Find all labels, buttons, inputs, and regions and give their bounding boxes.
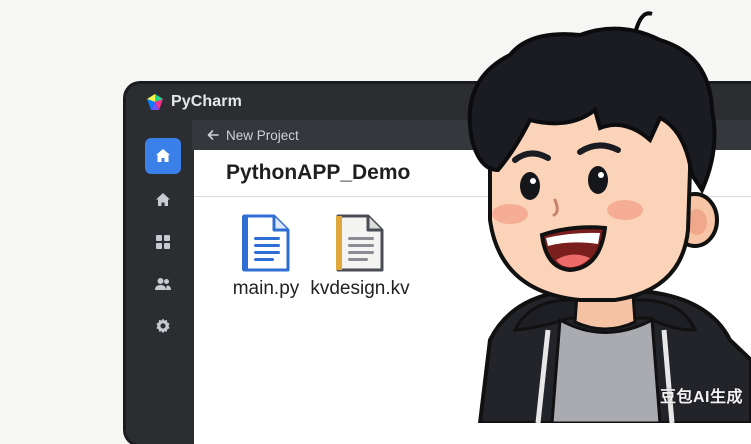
home-outline-icon	[156, 193, 170, 206]
home-icon	[156, 149, 170, 162]
grid-icon	[156, 235, 170, 249]
python-file-icon	[242, 214, 290, 272]
sidebar-grid-button[interactable]	[145, 224, 181, 260]
file-item-kvdesign-kv[interactable]: kvdesign.kv	[302, 212, 418, 300]
file-name: main.py	[232, 278, 300, 299]
back-arrow-icon[interactable]	[206, 128, 220, 142]
app-title: PyCharm	[171, 93, 242, 110]
pycharm-logo-icon	[147, 94, 163, 110]
sidebar-users-button[interactable]	[145, 266, 181, 302]
users-icon	[155, 278, 171, 290]
file-name: kvdesign.kv	[310, 278, 410, 299]
sidebar-settings-button[interactable]	[145, 308, 181, 344]
cartoon-character-illustration	[467, 11, 751, 423]
sidebar-house-button[interactable]	[145, 182, 181, 218]
file-item-main-py[interactable]: main.py	[216, 212, 316, 300]
gear-icon	[156, 318, 170, 334]
sidebar	[126, 120, 192, 444]
sidebar-home-button[interactable]	[145, 138, 181, 174]
kv-file-icon	[336, 214, 384, 272]
watermark-label: 豆包AI生成	[659, 389, 743, 406]
project-title: PythonAPP_Demo	[226, 161, 411, 184]
new-project-link[interactable]: New Project	[226, 128, 299, 143]
